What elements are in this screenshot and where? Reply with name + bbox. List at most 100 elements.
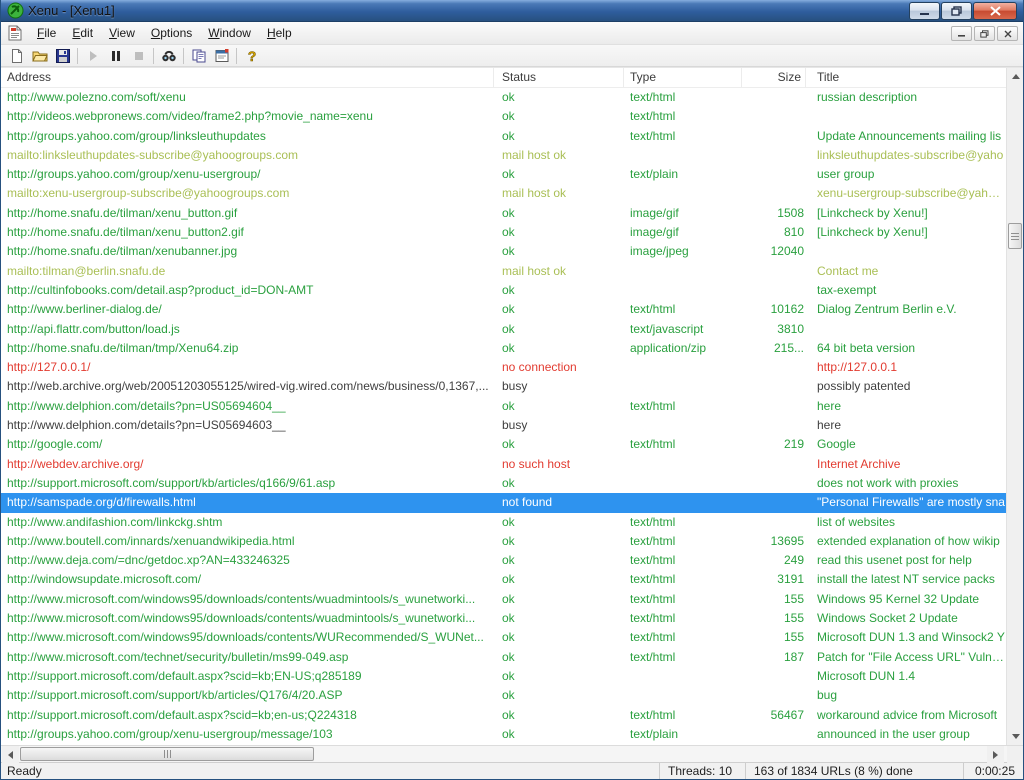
document-icon	[7, 25, 23, 41]
column-header-status[interactable]: Status	[494, 68, 624, 87]
table-row[interactable]: http://google.com/oktext/html219Google	[1, 435, 1006, 454]
open-folder-button[interactable]	[28, 46, 51, 66]
table-row[interactable]: mailto:tilman@berlin.snafu.demail host o…	[1, 262, 1006, 281]
column-header-address[interactable]: Address	[1, 68, 494, 87]
cell-type	[624, 184, 742, 203]
horizontal-scrollbar[interactable]	[1, 745, 1024, 762]
vertical-scroll-thumb[interactable]	[1008, 223, 1022, 249]
table-row[interactable]: http://127.0.0.1/no connectionhttp://127…	[1, 358, 1006, 377]
column-header-type[interactable]: Type	[624, 68, 742, 87]
table-row[interactable]: http://groups.yahoo.com/group/linksleuth…	[1, 127, 1006, 146]
copy-button[interactable]	[187, 46, 210, 66]
table-row[interactable]: http://www.andifashion.com/linkckg.shtmo…	[1, 513, 1006, 532]
cell-type: text/html	[624, 570, 742, 589]
thumb-grip-icon	[164, 750, 171, 758]
cell-status: not found	[494, 493, 624, 512]
cell-status: mail host ok	[494, 146, 624, 165]
table-row[interactable]: http://groups.yahoo.com/group/xenu-userg…	[1, 725, 1006, 744]
close-button[interactable]	[973, 2, 1017, 20]
table-row[interactable]: http://www.berliner-dialog.de/oktext/htm…	[1, 300, 1006, 319]
table-row[interactable]: http://www.boutell.com/innards/xenuandwi…	[1, 532, 1006, 551]
scroll-down-arrow[interactable]	[1007, 728, 1024, 745]
table-row[interactable]: http://support.microsoft.com/default.asp…	[1, 667, 1006, 686]
column-header-size[interactable]: Size	[742, 68, 806, 87]
status-threads: Threads: 10	[659, 763, 745, 779]
cell-title: [Linkcheck by Xenu!]	[806, 204, 1006, 223]
mdi-restore-button[interactable]	[974, 26, 995, 41]
cell-type: text/html	[624, 397, 742, 416]
stop-button[interactable]	[127, 46, 150, 66]
cell-status: ok	[494, 725, 624, 744]
table-row[interactable]: http://videos.webpronews.com/video/frame…	[1, 107, 1006, 126]
new-document-button[interactable]	[5, 46, 28, 66]
menu-item-window[interactable]: Window	[200, 23, 259, 43]
table-row[interactable]: http://www.delphion.com/details?pn=US056…	[1, 397, 1006, 416]
cell-title: Contact me	[806, 262, 1006, 281]
menu-item-options[interactable]: Options	[143, 23, 200, 43]
horizontal-scroll-thumb[interactable]	[20, 747, 314, 761]
cell-size	[742, 667, 806, 686]
cell-title: Microsoft DUN 1.3 and Winsock2 Y	[806, 628, 1006, 647]
vertical-scrollbar[interactable]	[1006, 68, 1023, 745]
menu-item-view[interactable]: View	[101, 23, 143, 43]
cell-type: image/gif	[624, 204, 742, 223]
table-row[interactable]: http://web.archive.org/web/2005120305512…	[1, 377, 1006, 396]
cell-type: image/jpeg	[624, 242, 742, 261]
cell-address: http://samspade.org/d/firewalls.html	[1, 493, 494, 512]
table-row[interactable]: http://api.flattr.com/button/load.jsokte…	[1, 320, 1006, 339]
table-row[interactable]: http://www.microsoft.com/windows95/downl…	[1, 628, 1006, 647]
cell-size	[742, 107, 806, 126]
restore-button[interactable]	[941, 2, 972, 20]
table-row[interactable]: http://support.microsoft.com/support/kb/…	[1, 474, 1006, 493]
menu-item-file[interactable]: File	[29, 23, 64, 43]
table-row[interactable]: http://www.microsoft.com/technet/securit…	[1, 648, 1006, 667]
table-row[interactable]: http://www.microsoft.com/windows95/downl…	[1, 609, 1006, 628]
cell-address: http://home.snafu.de/tilman/xenu_button.…	[1, 204, 494, 223]
table-row[interactable]: http://home.snafu.de/tilman/xenu_button2…	[1, 223, 1006, 242]
find-button[interactable]	[157, 46, 180, 66]
table-row[interactable]: http://windowsupdate.microsoft.com/oktex…	[1, 570, 1006, 589]
properties-button[interactable]	[210, 46, 233, 66]
table-row[interactable]: http://support.microsoft.com/default.asp…	[1, 706, 1006, 725]
cell-status: busy	[494, 377, 624, 396]
cell-address: http://www.microsoft.com/windows95/downl…	[1, 590, 494, 609]
table-row[interactable]: http://home.snafu.de/tilman/xenubanner.j…	[1, 242, 1006, 261]
status-ready: Ready	[1, 764, 659, 778]
table-row[interactable]: http://www.delphion.com/details?pn=US056…	[1, 416, 1006, 435]
table-row[interactable]: http://www.polezno.com/soft/xenuoktext/h…	[1, 88, 1006, 107]
table-row[interactable]: http://webdev.archive.org/no such hostIn…	[1, 455, 1006, 474]
run-button[interactable]	[81, 46, 104, 66]
left-arrow-icon	[4, 751, 13, 759]
menu-item-edit[interactable]: Edit	[64, 23, 101, 43]
scroll-left-arrow[interactable]	[2, 746, 19, 763]
table-row[interactable]: mailto:xenu-usergroup-subscribe@yahoogro…	[1, 184, 1006, 203]
mdi-close-button[interactable]	[997, 26, 1018, 41]
table-row[interactable]: http://samspade.org/d/firewalls.htmlnot …	[1, 493, 1006, 512]
table-row[interactable]: http://groups.yahoo.com/group/xenu-userg…	[1, 165, 1006, 184]
cell-status: ok	[494, 590, 624, 609]
table-row[interactable]: http://www.microsoft.com/windows95/downl…	[1, 590, 1006, 609]
table-row[interactable]: http://cultinfobooks.com/detail.asp?prod…	[1, 281, 1006, 300]
table-row[interactable]: http://home.snafu.de/tilman/tmp/Xenu64.z…	[1, 339, 1006, 358]
cell-address: http://www.polezno.com/soft/xenu	[1, 88, 494, 107]
scroll-up-arrow[interactable]	[1007, 68, 1024, 85]
column-header-title[interactable]: Title	[806, 68, 1006, 87]
scroll-right-arrow[interactable]	[987, 746, 1004, 763]
menu-item-help[interactable]: Help	[259, 23, 300, 43]
mdi-minimize-button[interactable]	[951, 26, 972, 41]
save-button[interactable]	[51, 46, 74, 66]
cell-size: 219	[742, 435, 806, 454]
help-button[interactable]: ?	[240, 46, 263, 66]
cell-title: "Personal Firewalls" are mostly sna	[806, 493, 1006, 512]
pause-button[interactable]	[104, 46, 127, 66]
cell-address: http://support.microsoft.com/default.asp…	[1, 667, 494, 686]
cell-size	[742, 281, 806, 300]
table-row[interactable]: mailto:linksleuthupdates-subscribe@yahoo…	[1, 146, 1006, 165]
cell-type: text/javascript	[624, 320, 742, 339]
table-row[interactable]: http://www.deja.com/=dnc/getdoc.xp?AN=43…	[1, 551, 1006, 570]
cell-title: xenu-usergroup-subscribe@yahoog	[806, 184, 1006, 203]
cell-address: http://127.0.0.1/	[1, 358, 494, 377]
table-row[interactable]: http://home.snafu.de/tilman/xenu_button.…	[1, 204, 1006, 223]
table-row[interactable]: http://support.microsoft.com/support/kb/…	[1, 686, 1006, 705]
minimize-button[interactable]	[909, 2, 940, 20]
